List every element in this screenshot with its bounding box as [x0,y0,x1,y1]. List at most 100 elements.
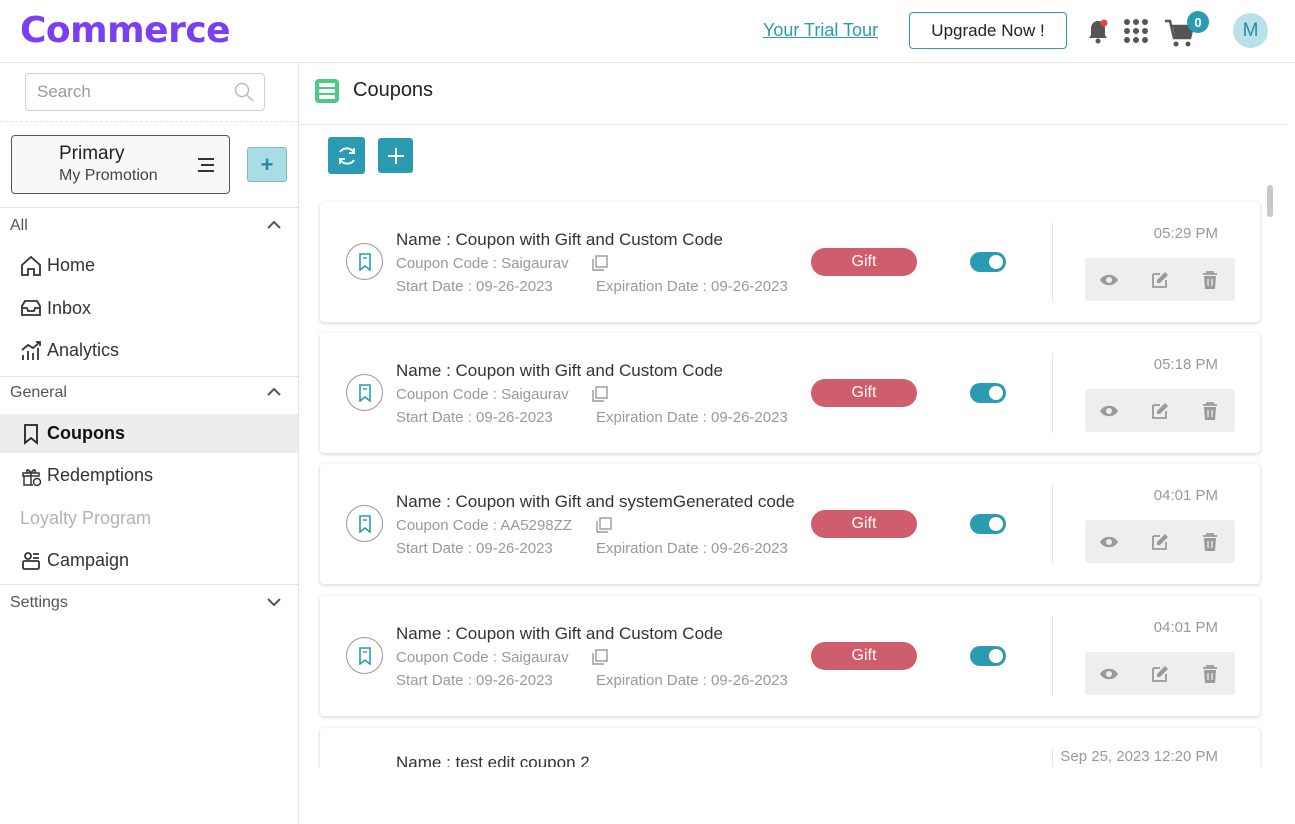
sidebar-item-redemptions[interactable]: Redemptions [0,456,298,495]
sidebar-item-coupons[interactable]: Coupons [0,414,298,453]
selector-subtitle: My Promotion [59,167,158,184]
divider [0,584,298,585]
divider [1052,222,1053,302]
chevron-up-icon[interactable] [266,386,282,398]
avatar[interactable]: M [1233,13,1268,48]
home-icon [21,255,41,276]
bell-icon[interactable] [1086,18,1110,44]
delete-icon[interactable] [1200,270,1220,290]
active-toggle[interactable] [970,252,1006,272]
search-icon[interactable] [234,82,254,102]
active-toggle[interactable] [970,383,1006,403]
page-header: Coupons [299,63,1288,125]
copy-icon[interactable] [592,649,608,665]
section-general[interactable]: General [0,376,298,410]
section-label: All [10,217,28,234]
sidebar-item-campaign[interactable]: Campaign [0,541,298,580]
delete-icon[interactable] [1200,532,1220,552]
coupon-name: Name : Coupon with Gift and systemGenera… [396,492,795,511]
edit-icon[interactable] [1150,664,1170,684]
bookmark-icon [358,252,371,271]
search-box [25,73,265,111]
sidebar-item-inbox[interactable]: Inbox [0,289,298,328]
sidebar-item-loyalty-program[interactable]: Loyalty Program [0,499,298,538]
edit-icon[interactable] [1150,401,1170,421]
coupon-code: Coupon Code : Saigaurav [396,649,569,666]
page-title: Coupons [353,79,434,101]
copy-icon[interactable] [592,255,608,271]
section-label: General [10,384,67,401]
coupon-card[interactable]: Name : test edit coupon 2 Sep 25, 2023 1… [320,728,1260,767]
bookmark-icon [358,383,371,402]
inbox-icon [21,300,41,316]
active-toggle[interactable] [970,514,1006,534]
coupon-badge [346,243,383,280]
coupon-code: Coupon Code : AA5298ZZ [396,517,572,534]
bookmark-icon [358,514,371,533]
coupon-name: Name : Coupon with Gift and Custom Code [396,230,723,249]
edit-icon[interactable] [1150,270,1170,290]
section-all[interactable]: All [0,209,298,243]
coupon-badge [346,637,383,674]
refresh-button[interactable] [328,137,365,174]
edit-icon[interactable] [1150,532,1170,552]
brand-logo[interactable]: Commerce [20,10,231,51]
reward-type-badge: Gift [811,379,917,407]
apps-grid-icon[interactable] [1124,19,1148,43]
coupons-page-icon [315,79,339,103]
coupon-code: Coupon Code : Saigaurav [396,386,569,403]
add-coupon-button[interactable] [378,138,413,173]
coupon-card[interactable]: Name : Coupon with Gift and Custom Code … [320,202,1260,322]
sidebar: Primary My Promotion + All Home Inbox An… [0,63,299,824]
action-group [1085,652,1235,695]
top-bar: Commerce Your Trial Tour Upgrade Now ! 0… [0,0,1295,63]
cart-count-badge: 0 [1187,11,1209,33]
coupon-card[interactable]: Name : Coupon with Gift and Custom Code … [320,333,1260,453]
delete-icon[interactable] [1200,664,1220,684]
created-time: Sep 25, 2023 12:20 PM [1060,748,1218,765]
view-icon[interactable] [1099,401,1119,421]
sidebar-item-analytics[interactable]: Analytics [0,331,298,370]
view-icon[interactable] [1099,532,1119,552]
trial-tour-link[interactable]: Your Trial Tour [763,20,878,41]
promotion-selector[interactable]: Primary My Promotion [11,135,230,194]
chevron-up-icon[interactable] [266,219,282,231]
copy-icon[interactable] [596,517,612,533]
sidebar-item-label: Analytics [47,340,120,360]
menu-icon[interactable] [198,157,216,173]
view-icon[interactable] [1099,270,1119,290]
coupon-name: Name : Coupon with Gift and Custom Code [396,361,723,380]
start-date: Start Date : 09-26-2023 [396,540,553,557]
action-group [1085,258,1235,301]
action-group [1085,520,1235,563]
reward-type-badge: Gift [811,642,917,670]
copy-icon[interactable] [592,386,608,402]
divider [1052,353,1053,433]
expiration-date: Expiration Date : 09-26-2023 [596,672,788,689]
divider [0,207,298,208]
chevron-down-icon[interactable] [266,596,282,608]
sidebar-item-label: Coupons [47,423,125,443]
reward-type-badge: Gift [811,510,917,538]
scrollbar[interactable] [1267,185,1273,217]
sidebar-item-home[interactable]: Home [0,246,298,285]
created-time: 04:01 PM [1153,619,1218,636]
coupon-card[interactable]: Name : Coupon with Gift and Custom Code … [320,596,1260,716]
divider [1052,616,1053,696]
view-icon[interactable] [1099,664,1119,684]
add-promotion-button[interactable]: + [247,147,287,182]
section-settings[interactable]: Settings [0,586,298,620]
delete-icon[interactable] [1200,401,1220,421]
coupon-card[interactable]: Name : Coupon with Gift and systemGenera… [320,464,1260,584]
upgrade-button[interactable]: Upgrade Now ! [909,12,1067,49]
refresh-icon [338,146,355,165]
sidebar-item-label: Home [47,255,96,275]
section-label: Settings [10,594,68,611]
start-date: Start Date : 09-26-2023 [396,409,553,426]
divider [1052,748,1053,767]
plus-icon [387,147,404,164]
search-input[interactable] [26,74,216,110]
start-date: Start Date : 09-26-2023 [396,672,553,689]
start-date: Start Date : 09-26-2023 [396,278,553,295]
active-toggle[interactable] [970,646,1006,666]
